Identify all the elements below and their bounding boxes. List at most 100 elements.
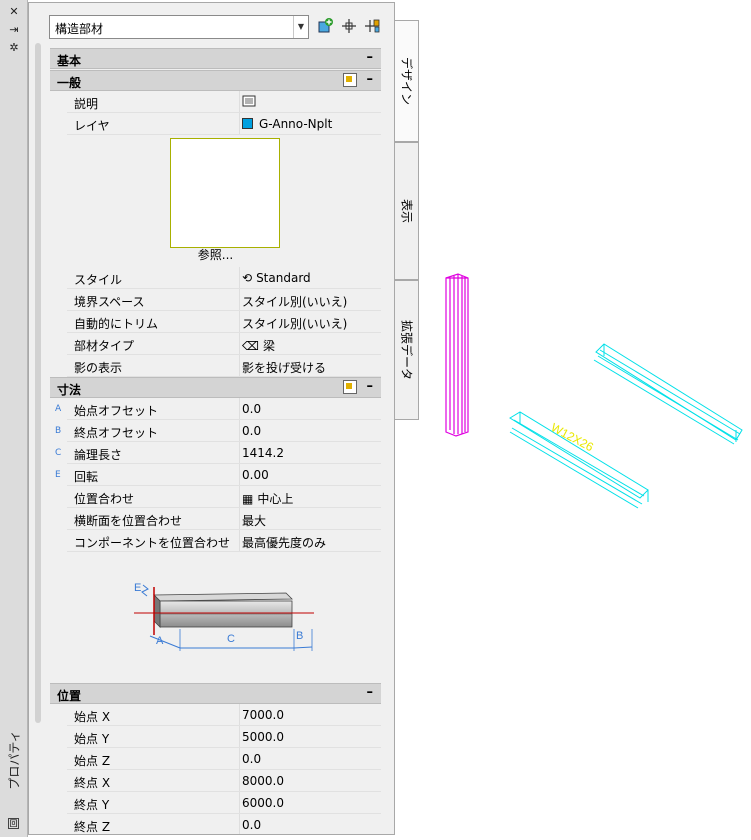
prop-row-logical-length[interactable]: C 論理長さ 1414.2 [50, 442, 381, 464]
section-location[interactable]: 位置 – [50, 683, 381, 704]
diagram-label-a: A [156, 635, 164, 647]
prop-label: 自動的にトリム [74, 317, 159, 331]
tab-display[interactable]: 表示 [395, 142, 419, 280]
diagram-label-c: C [227, 633, 235, 645]
prop-value[interactable]: 0.00 [242, 468, 269, 482]
close-icon[interactable]: ✕ [8, 6, 20, 18]
prop-value[interactable]: 最大 [242, 512, 266, 529]
object-type-select[interactable]: 構造部材 ▼ [49, 15, 309, 39]
prop-value[interactable]: 8000.0 [242, 774, 284, 788]
prop-value[interactable]: 7000.0 [242, 708, 284, 722]
prop-label: 終点 Z [74, 820, 111, 834]
show-details-icon[interactable] [343, 380, 357, 394]
structural-beam [593, 343, 743, 445]
style-preview: 参照... [50, 135, 381, 267]
prop-label: 横断面を位置合わせ [74, 514, 183, 528]
prop-label: コンポーネントを位置合わせ [74, 536, 231, 550]
prop-row-end-x[interactable]: 終点 X 8000.0 [50, 770, 381, 792]
settings-icon[interactable]: ✲ [8, 42, 20, 54]
prop-label: 始点オフセット [74, 404, 159, 418]
justify-grid-icon: ▦ [242, 492, 254, 506]
section-basic[interactable]: 基本 – [50, 48, 381, 69]
properties-panel: 構造部材 ▼ 基本 – 一般 – 説明 レイヤ G-Anno-Nplt 参照..… [28, 2, 395, 835]
prop-row-justify-component[interactable]: コンポーネントを位置合わせ 最高優先度のみ [50, 530, 381, 552]
prop-row-auto-trim[interactable]: 自動的にトリム スタイル別(いいえ) [50, 311, 381, 333]
prop-row-layer[interactable]: レイヤ G-Anno-Nplt [50, 113, 381, 135]
prop-label: 部材タイプ [74, 339, 135, 353]
prop-row-shadow[interactable]: 影の表示 影を投げ受ける [50, 355, 381, 377]
prop-row-style[interactable]: スタイル ⟲ Standard [50, 267, 381, 289]
prop-row-start-x[interactable]: 始点 X 7000.0 [50, 704, 381, 726]
add-selection-icon[interactable] [316, 18, 334, 36]
prop-value[interactable]: 5000.0 [242, 730, 284, 744]
tab-extended-data[interactable]: 拡張データ [395, 280, 419, 420]
prop-value[interactable]: 1414.2 [242, 446, 284, 460]
vertical-scrollbar[interactable] [35, 43, 41, 723]
prop-label: 始点 X [74, 710, 111, 724]
prop-row-start-offset[interactable]: A 始点オフセット 0.0 [50, 398, 381, 420]
preview-image [170, 138, 280, 248]
prop-value[interactable]: ▦ 中心上 [242, 490, 293, 507]
section-title: 一般 [57, 76, 82, 90]
section-dimensions[interactable]: 寸法 – [50, 377, 381, 398]
prop-row-justify-section[interactable]: 横断面を位置合わせ 最大 [50, 508, 381, 530]
prop-value[interactable]: スタイル別(いいえ) [242, 293, 347, 310]
browse-link[interactable]: 参照... [50, 246, 381, 263]
prop-value[interactable]: G-Anno-Nplt [242, 117, 332, 131]
dim-key: B [55, 426, 62, 436]
prop-label: 位置合わせ [74, 492, 135, 506]
prop-label: 終点 X [74, 776, 111, 790]
prop-label: 境界スペース [74, 295, 145, 309]
prop-value[interactable]: ⟲ Standard [242, 271, 311, 285]
show-details-icon[interactable] [343, 73, 357, 87]
dim-key: A [55, 404, 62, 414]
collapse-icon[interactable]: – [367, 72, 374, 87]
object-type-value: 構造部材 [55, 22, 104, 36]
description-edit-icon[interactable] [242, 95, 256, 110]
collapse-icon[interactable]: – [367, 379, 374, 394]
collapse-icon[interactable]: – [367, 685, 374, 700]
prop-value[interactable]: 0.0 [242, 818, 261, 832]
prop-label: 論理長さ [74, 448, 123, 462]
prop-value[interactable]: 影を投げ受ける [242, 359, 326, 376]
prop-row-description[interactable]: 説明 [50, 91, 381, 113]
prop-row-end-z[interactable]: 終点 Z 0.0 [50, 814, 381, 834]
prop-label: 終点オフセット [74, 426, 159, 440]
prop-row-start-y[interactable]: 始点 Y 5000.0 [50, 726, 381, 748]
prop-label: 説明 [74, 97, 99, 111]
layer-color-swatch [242, 118, 253, 129]
prop-row-rotation[interactable]: E 回転 0.00 [50, 464, 381, 486]
prop-row-start-z[interactable]: 始点 Z 0.0 [50, 748, 381, 770]
dim-key: E [55, 470, 61, 480]
prop-row-end-offset[interactable]: B 終点オフセット 0.0 [50, 420, 381, 442]
prop-row-justify[interactable]: 位置合わせ ▦ 中心上 [50, 486, 381, 508]
prop-value[interactable]: 最高優先度のみ [242, 534, 326, 551]
prop-row-end-y[interactable]: 終点 Y 6000.0 [50, 792, 381, 814]
prop-row-boundary[interactable]: 境界スペース スタイル別(いいえ) [50, 289, 381, 311]
chevron-down-icon[interactable]: ▼ [293, 16, 308, 38]
prop-value[interactable]: 0.0 [242, 424, 261, 438]
section-general[interactable]: 一般 – [50, 70, 381, 91]
dimension-diagram: E A C B [50, 563, 381, 683]
prop-label: レイヤ [74, 119, 110, 133]
prop-label: 始点 Y [74, 732, 110, 746]
prop-label: 回転 [74, 470, 99, 484]
tab-design[interactable]: デザイン [395, 20, 419, 142]
prop-value[interactable]: 0.0 [242, 752, 261, 766]
quick-select-icon[interactable] [364, 18, 382, 36]
prop-value[interactable]: ⌫ 梁 [242, 337, 275, 354]
drawing-viewport[interactable]: W12X26 [420, 0, 751, 837]
prop-value[interactable]: 0.0 [242, 402, 261, 416]
pick-point-icon[interactable] [340, 18, 358, 36]
prop-value[interactable]: 6000.0 [242, 796, 284, 810]
collapse-icon[interactable]: – [367, 50, 374, 65]
prop-row-member-type[interactable]: 部材タイプ ⌫ 梁 [50, 333, 381, 355]
palette-menu-icon[interactable]: 回 [8, 818, 19, 829]
prop-value[interactable]: スタイル別(いいえ) [242, 315, 347, 332]
palette-title: プロパティ [7, 730, 22, 790]
beam-tag: W12X26 [549, 420, 596, 454]
prop-label: 終点 Y [74, 798, 110, 812]
prop-label: 始点 Z [74, 754, 111, 768]
auto-hide-icon[interactable]: ⇥ [8, 24, 20, 36]
style-icon: ⟲ [242, 271, 253, 285]
